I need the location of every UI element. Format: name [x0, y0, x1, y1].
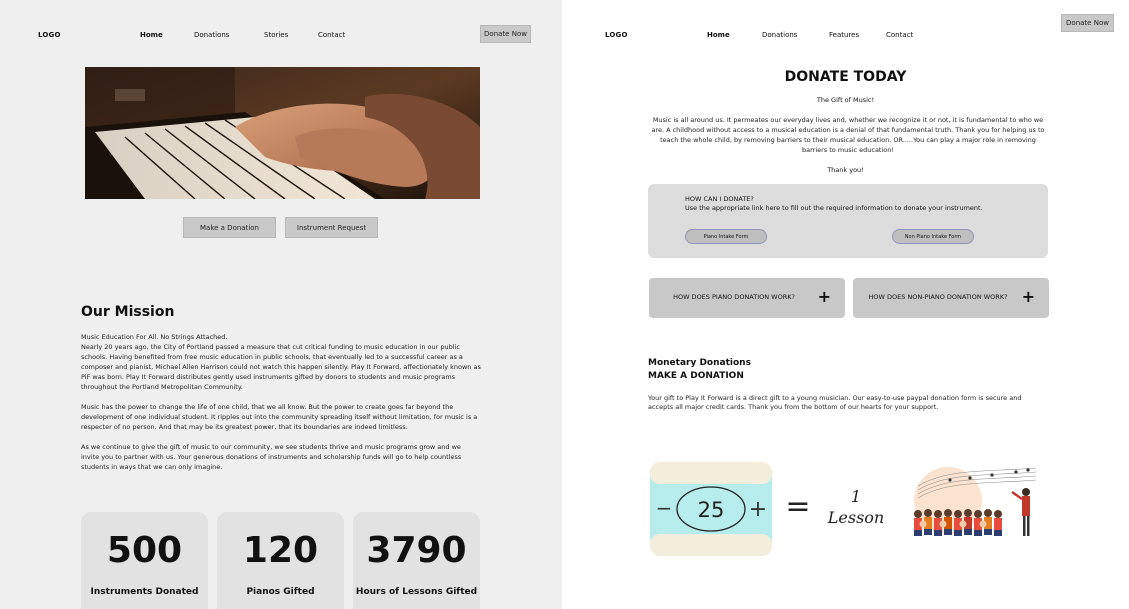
nav-home[interactable]: Home [707, 31, 730, 39]
page-title: DONATE TODAY [784, 69, 907, 85]
stat-card-pianos: 120 Pianos Gifted [217, 512, 344, 609]
make-donation-button[interactable]: Make a Donation [183, 217, 276, 238]
plus-icon: + [817, 287, 831, 306]
nav-home[interactable]: Home [140, 31, 163, 39]
logo[interactable]: LOGO [605, 31, 628, 39]
non-piano-intake-form-button[interactable]: Non Piano Intake Form [892, 229, 974, 244]
stat-card-instruments: 500 Instruments Donated [81, 512, 208, 609]
plus-icon: + [1021, 287, 1035, 306]
hero-image-piano [85, 67, 480, 199]
nav-stories[interactable]: Stories [264, 31, 288, 39]
monetary-heading: Monetary Donations MAKE A DONATION [648, 357, 751, 383]
plus-icon: + [749, 497, 767, 522]
instrument-request-button[interactable]: Instrument Request [285, 217, 378, 238]
mission-paragraph-2: Music has the power to change the life o… [81, 403, 478, 431]
monetary-subtitle: MAKE A DONATION [648, 371, 744, 381]
piano-intake-form-button[interactable]: Piano Intake Form [685, 229, 767, 244]
lesson-unit: Lesson [827, 508, 884, 527]
lesson-value-svg: 25 − + = 1 Lesson [650, 462, 884, 556]
donate-now-button[interactable]: Donate Now [480, 25, 531, 43]
stat-number: 3790 [366, 530, 467, 571]
stat-number: 500 [106, 530, 183, 571]
conductor-figure [1011, 488, 1030, 536]
monetary-paragraph: Your gift to Play It Forward is a direct… [648, 394, 1022, 411]
stat-label: Pianos Gifted [246, 587, 315, 597]
amount-text: 25 [698, 498, 725, 522]
minus-icon: − [656, 496, 673, 520]
thank-you-text: Thank you! [827, 166, 864, 174]
nav-contact[interactable]: Contact [886, 31, 913, 39]
donate-now-button[interactable]: Donate Now [1061, 14, 1114, 32]
mission-paragraph-1: Nearly 20 years ago, the City of Portlan… [81, 343, 481, 391]
mission-title: Our Mission [81, 304, 175, 320]
stat-label: Hours of Lessons Gifted [355, 587, 478, 597]
monetary-title: Monetary Donations [648, 358, 751, 368]
stat-label: Instruments Donated [90, 587, 199, 597]
nav-donations[interactable]: Donations [194, 31, 229, 39]
subtitle: The Gift of Music! [816, 96, 875, 104]
stat-number: 120 [242, 530, 319, 571]
accordion-non-piano-donation[interactable]: HOW DOES NON-PIANO DONATION WORK? + [853, 278, 1049, 318]
nav-features[interactable]: Features [829, 31, 859, 39]
how-instruction: Use the appropriate link here to fill ou… [685, 204, 983, 212]
lesson-count: 1 [851, 487, 861, 506]
mission-paragraph-3: As we continue to give the gift of music… [81, 443, 462, 471]
nav-contact[interactable]: Contact [318, 31, 345, 39]
how-question: HOW CAN I DONATE? [685, 195, 754, 203]
nav-donations[interactable]: Donations [762, 31, 797, 39]
equals-icon: = [785, 489, 810, 524]
how-to-donate-box: HOW CAN I DONATE? Use the appropriate li… [648, 184, 1048, 258]
mission-lead: Music Education For All. No Strings Atta… [81, 333, 228, 341]
lesson-value-graphic: 25 − + = 1 Lesson [648, 458, 898, 566]
homepage-mockup: LOGO Home Donations Stories Contact Dona… [0, 0, 562, 609]
intro-paragraph: Music is all around us. It permeates our… [651, 116, 1045, 154]
children-group [914, 509, 1002, 536]
how-to-donate-text: HOW CAN I DONATE? Use the appropriate li… [685, 195, 983, 213]
accordion-piano-donation[interactable]: HOW DOES PIANO DONATION WORK? + [649, 278, 845, 318]
choir-illustration [908, 466, 1042, 550]
stat-card-lessons: 3790 Hours of Lessons Gifted [353, 512, 480, 609]
donations-page-mockup: LOGO Home Donations Features Contact Don… [562, 0, 1129, 609]
logo[interactable]: LOGO [38, 31, 61, 39]
accordion-label: HOW DOES PIANO DONATION WORK? [673, 293, 795, 301]
accordion-label: HOW DOES NON-PIANO DONATION WORK? [868, 293, 1008, 301]
